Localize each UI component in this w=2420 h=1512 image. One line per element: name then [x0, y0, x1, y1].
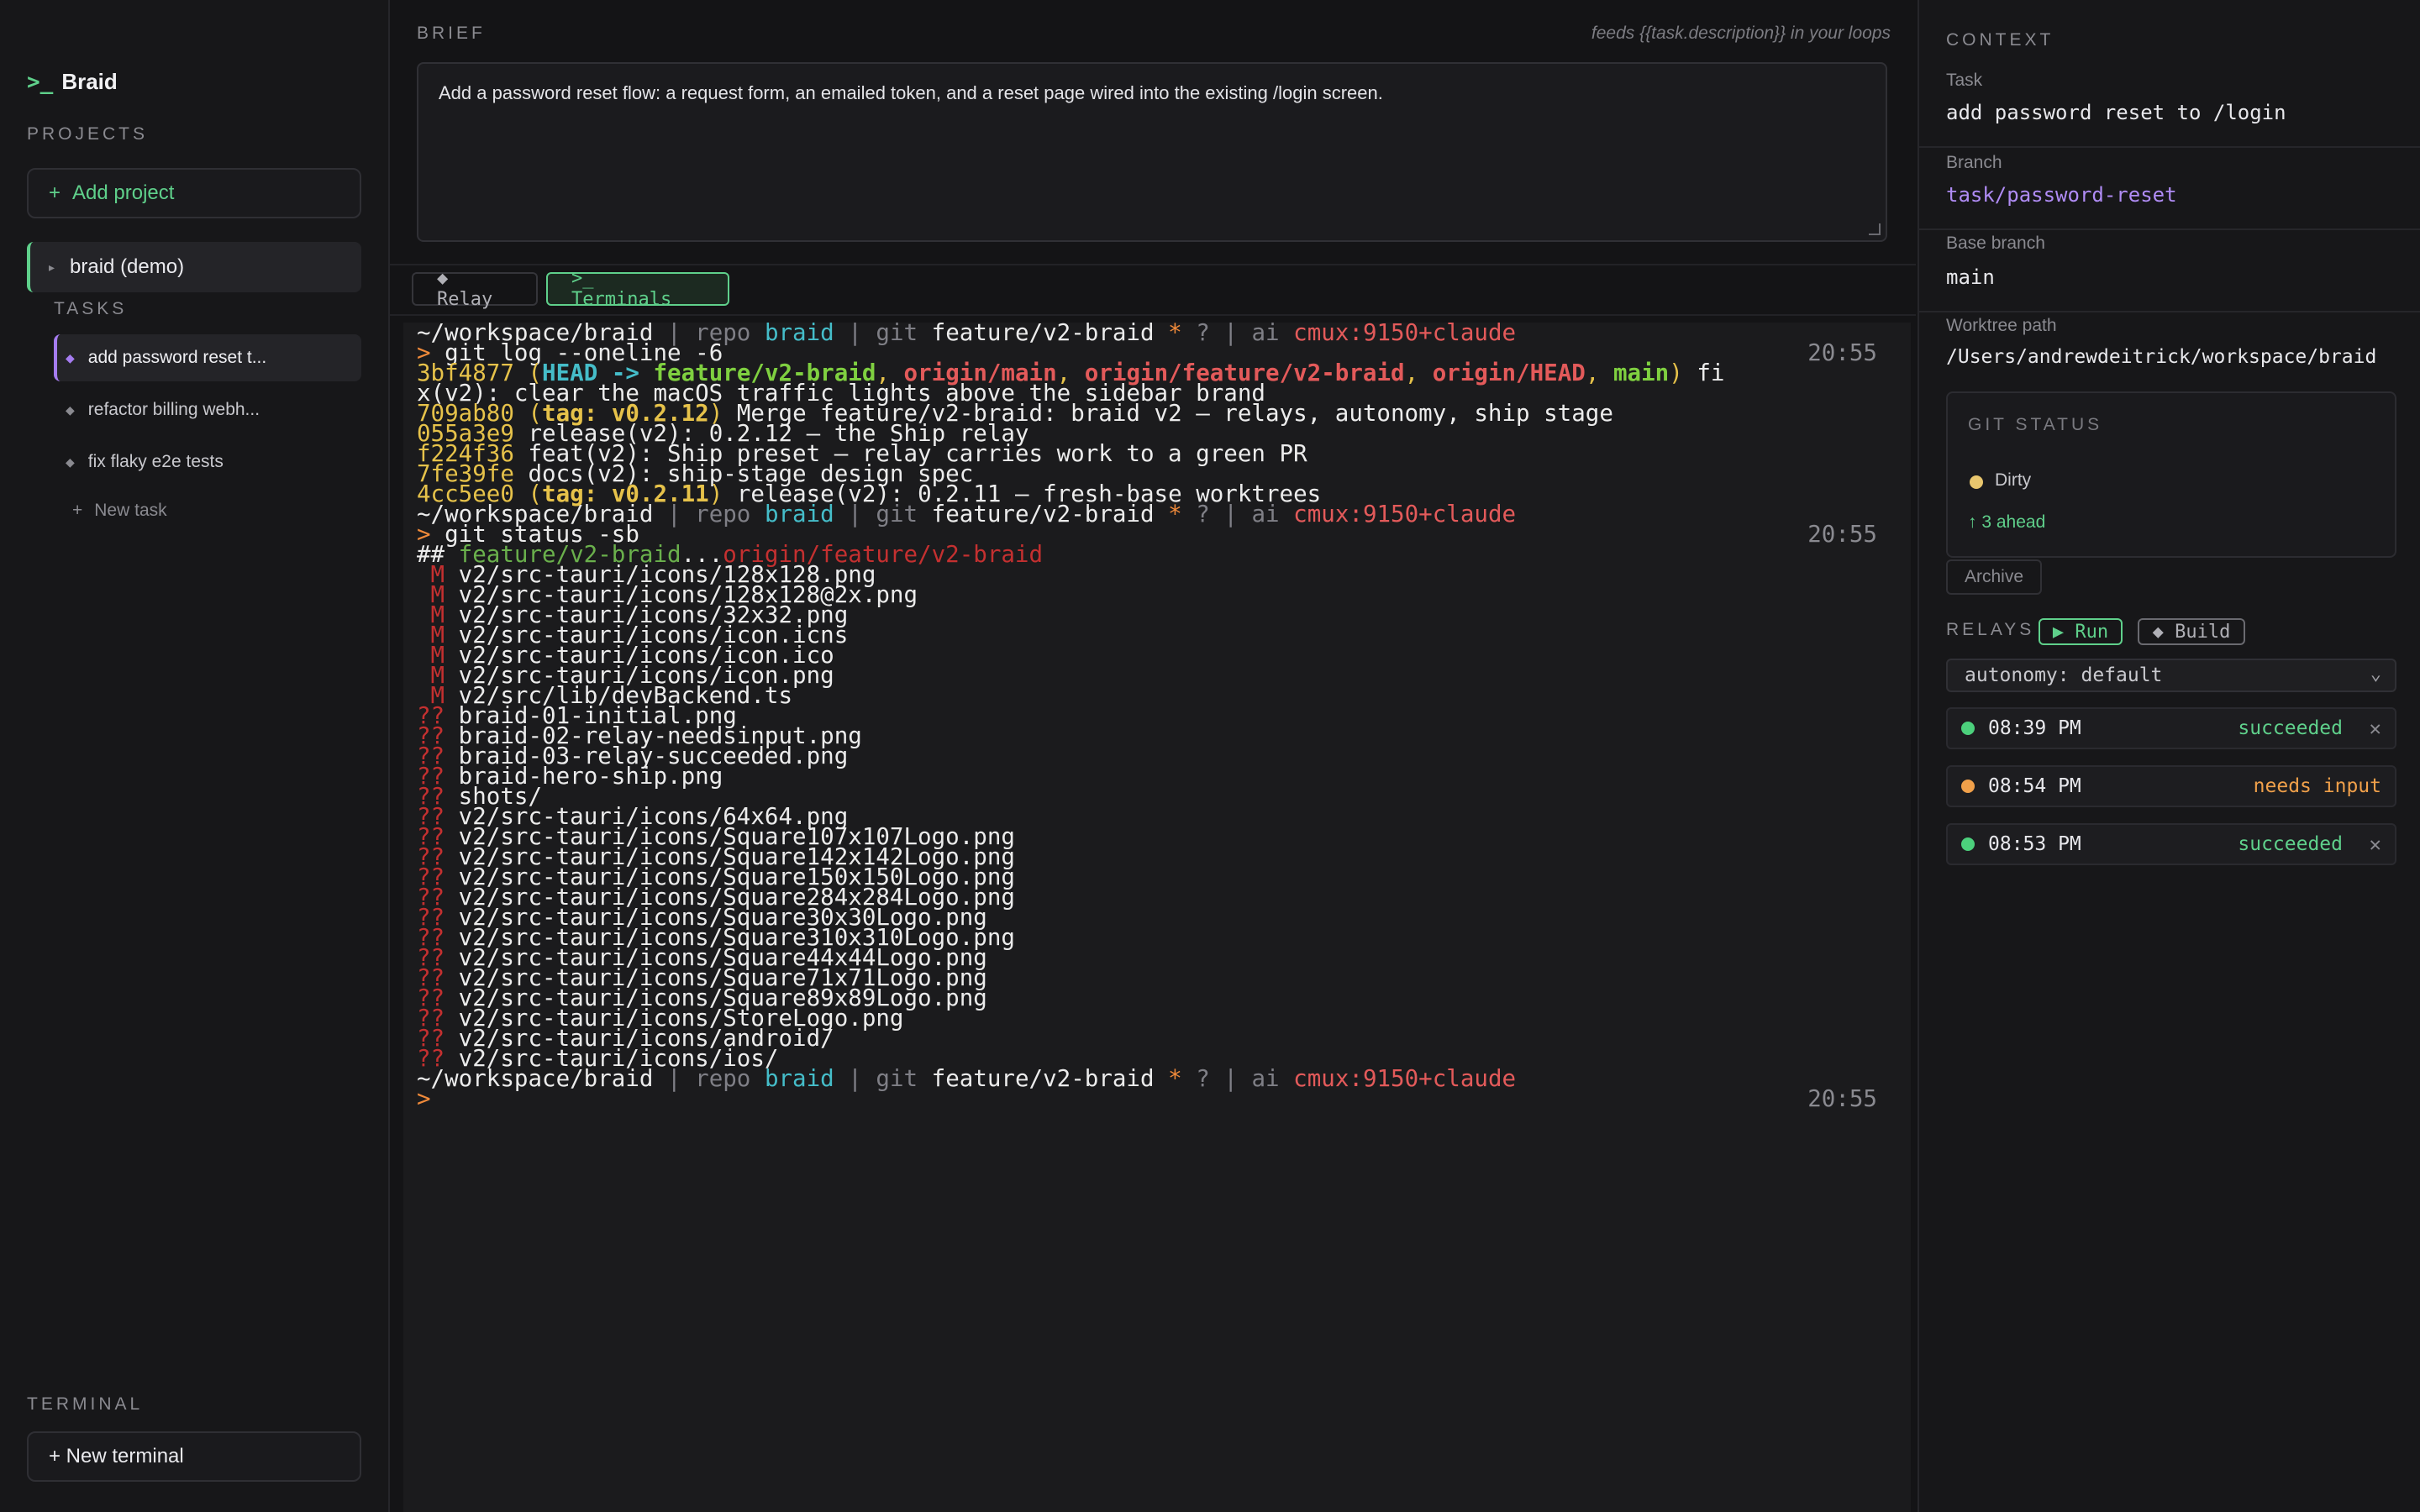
- task-item-e2e[interactable]: ◆ fix flaky e2e tests: [54, 438, 361, 486]
- new-terminal-label: + New terminal: [49, 1445, 184, 1467]
- task-field-label: Task: [1946, 71, 1983, 90]
- dirty-dot-icon: [1970, 475, 1983, 489]
- archive-label: Archive: [1964, 567, 2024, 586]
- relays-label: RELAYS: [1946, 620, 2035, 639]
- task-field-value: add password reset to /login: [1946, 101, 2286, 124]
- brief-label: BRIEF: [417, 24, 486, 43]
- diamond-icon: ◆: [66, 402, 75, 417]
- terminal-timestamp: 20:55: [1807, 521, 1877, 548]
- brand-name: Braid: [61, 69, 118, 94]
- task-label: fix flaky e2e tests: [87, 452, 224, 471]
- context-panel: CONTEXT Task add password reset to /logi…: [1918, 0, 2420, 1512]
- brief-text: Add a password reset flow: a request for…: [439, 82, 1383, 103]
- relay-status: succeeded: [2238, 833, 2343, 855]
- chevron-down-icon: ⌄: [2370, 664, 2381, 685]
- task-label: add password reset t...: [87, 348, 267, 367]
- relay-time: 08:54 PM: [1988, 775, 2081, 797]
- plus-icon: +: [72, 501, 83, 520]
- terminal-prompt-line: ~/workspace/braid | repo braid | git fea…: [403, 1067, 1911, 1090]
- resize-handle-icon[interactable]: [1869, 223, 1881, 235]
- status-untracked-line: ?? braid-hero-ship.png: [403, 764, 1911, 788]
- plus-icon: +: [49, 181, 61, 204]
- project-name: braid (demo): [70, 255, 185, 278]
- tab-relay-label: ◆ Relay: [437, 268, 493, 310]
- status-dot-icon: [1961, 780, 1975, 793]
- task-item-password-reset[interactable]: ◆ add password reset t...: [54, 334, 361, 381]
- dirty-status: Dirty: [1995, 470, 2032, 490]
- terminal-timestamp: 20:55: [1807, 339, 1877, 366]
- main-panel: BRIEF feeds {{task.description}} in your…: [390, 0, 1916, 1512]
- brand: >_ Braid: [27, 69, 118, 95]
- branch-field-value: task/password-reset: [1946, 183, 2177, 207]
- tab-terminals-label: >_ Terminals: [571, 268, 672, 310]
- new-task-label: New task: [94, 501, 167, 520]
- projects-label: PROJECTS: [27, 124, 149, 144]
- divider: [1919, 228, 2420, 230]
- context-label: CONTEXT: [1946, 30, 2054, 50]
- relay-row[interactable]: 08:53 PM succeeded ✕: [1946, 823, 2396, 865]
- autonomy-value: autonomy: default: [1965, 664, 2163, 686]
- diamond-icon: ◆: [66, 454, 75, 469]
- brief-hint: feeds {{task.description}} in your loops: [1591, 24, 1891, 43]
- build-button[interactable]: ◆ Build: [2138, 618, 2245, 645]
- terminal-timestamp: 20:55: [1807, 1085, 1877, 1112]
- new-terminal-button[interactable]: + New terminal: [27, 1431, 361, 1482]
- divider: [1919, 311, 2420, 312]
- tab-bar: ◆ Relay >_ Terminals: [390, 264, 1916, 316]
- base-branch-label: Base branch: [1946, 234, 2045, 253]
- ahead-count: ↑ 3 ahead: [1968, 512, 2046, 532]
- prompt-caret: >: [417, 1085, 431, 1112]
- add-project-button[interactable]: + Add project: [27, 168, 361, 218]
- relay-row[interactable]: 08:39 PM succeeded ✕: [1946, 707, 2396, 749]
- close-icon[interactable]: ✕: [2370, 717, 2381, 740]
- worktree-value: /Users/andrewdeitrick/workspace/braid: [1946, 346, 2377, 368]
- task-label: refactor billing webh...: [87, 400, 260, 419]
- app-window: >_ Braid PROJECTS + Add project ▸ braid (…: [0, 0, 2420, 1512]
- tasks-label: TASKS: [54, 299, 128, 318]
- caret-right-icon[interactable]: ▸: [49, 260, 55, 275]
- relay-time: 08:39 PM: [1988, 717, 2081, 739]
- add-project-label: Add project: [72, 181, 175, 204]
- status-dot-icon: [1961, 837, 1975, 851]
- terminal-label: TERMINAL: [27, 1394, 144, 1414]
- diamond-icon: ◆: [66, 350, 75, 365]
- relay-status: needs input: [2253, 775, 2381, 797]
- base-branch-value: main: [1946, 265, 1995, 289]
- brief-textarea[interactable]: Add a password reset flow: a request for…: [417, 62, 1887, 242]
- run-button[interactable]: ▶ Run: [2039, 618, 2123, 645]
- brand-prompt-icon: >_: [27, 70, 54, 95]
- worktree-label: Worktree path: [1946, 316, 2057, 335]
- status-dot-icon: [1961, 722, 1975, 735]
- relay-status: succeeded: [2238, 717, 2343, 739]
- project-item[interactable]: ▸ braid (demo): [27, 242, 361, 292]
- terminal-input-line: >20:55: [403, 1085, 1911, 1112]
- archive-button[interactable]: Archive: [1946, 559, 2042, 595]
- new-task-button[interactable]: + New task: [72, 501, 167, 521]
- branch-field-label: Branch: [1946, 153, 2002, 172]
- tab-relay[interactable]: ◆ Relay: [412, 268, 538, 310]
- close-icon[interactable]: ✕: [2370, 832, 2381, 856]
- run-label: ▶ Run: [2052, 621, 2109, 643]
- sidebar: >_ Braid PROJECTS + Add project ▸ braid (…: [0, 0, 390, 1512]
- relay-row[interactable]: 08:54 PM needs input: [1946, 765, 2396, 807]
- tab-terminals[interactable]: >_ Terminals: [546, 268, 729, 310]
- task-item-billing[interactable]: ◆ refactor billing webh...: [54, 386, 361, 433]
- build-label: ◆ Build: [2152, 621, 2231, 643]
- git-status-label: GIT STATUS: [1968, 415, 2103, 434]
- divider: [1919, 146, 2420, 148]
- relay-time: 08:53 PM: [1988, 833, 2081, 855]
- git-status-card: GIT STATUS Dirty ↑ 3 ahead: [1946, 391, 2396, 558]
- autonomy-select[interactable]: autonomy: default ⌄: [1946, 659, 2396, 692]
- terminal-output[interactable]: ~/workspace/braid | repo braid | git fea…: [403, 321, 1911, 1512]
